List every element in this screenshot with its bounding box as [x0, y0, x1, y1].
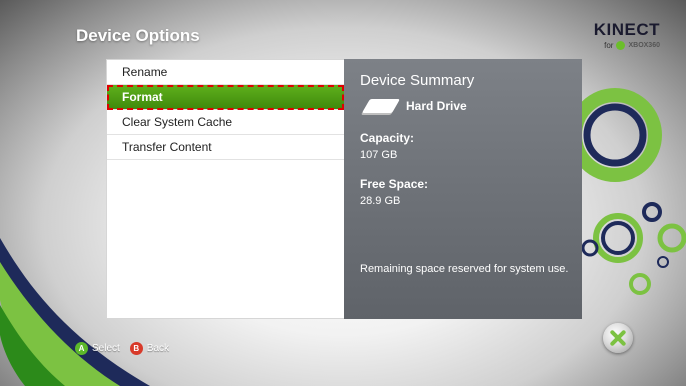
device-options-menu: Rename Format Clear System Cache Transfe… [106, 59, 345, 319]
select-hint[interactable]: Select [92, 343, 120, 354]
free-space-value: 28.9 GB [360, 195, 401, 207]
brand-for-text: for [604, 41, 614, 50]
menu-item-rename[interactable]: Rename [107, 60, 344, 85]
kinect-logo-text: KINECT [593, 20, 660, 39]
device-name: Hard Drive [406, 99, 467, 113]
xbox360-text: XBOX360 [628, 42, 660, 49]
device-row: Hard Drive [360, 95, 566, 117]
capacity-label: Capacity: [360, 131, 415, 145]
capacity-value: 107 GB [360, 149, 398, 161]
back-hint[interactable]: Back [147, 343, 169, 354]
kinect-xbox-logo: KINECT for XBOX360 [580, 20, 660, 56]
menu-item-clear-system-cache[interactable]: Clear System Cache [107, 110, 344, 135]
summary-title: Device Summary [360, 72, 475, 89]
reserved-space-note: Remaining space reserved for system use. [360, 263, 569, 275]
xbox-guide-icon[interactable] [603, 323, 633, 353]
xbox360-logo: for XBOX360 [604, 41, 660, 50]
free-space-label: Free Space: [360, 177, 429, 191]
menu-item-transfer-content[interactable]: Transfer Content [107, 135, 344, 160]
page-title: Device Options [76, 26, 200, 45]
xbox-ball-icon [616, 41, 626, 50]
device-summary-panel: Device Summary Hard Drive Capacity: 107 … [344, 59, 582, 319]
button-legend: A Select B Back [75, 342, 179, 355]
hard-drive-icon [361, 99, 401, 113]
b-button-icon: B [129, 342, 143, 355]
menu-item-format[interactable]: Format [107, 85, 344, 110]
a-button-icon: A [75, 342, 88, 355]
